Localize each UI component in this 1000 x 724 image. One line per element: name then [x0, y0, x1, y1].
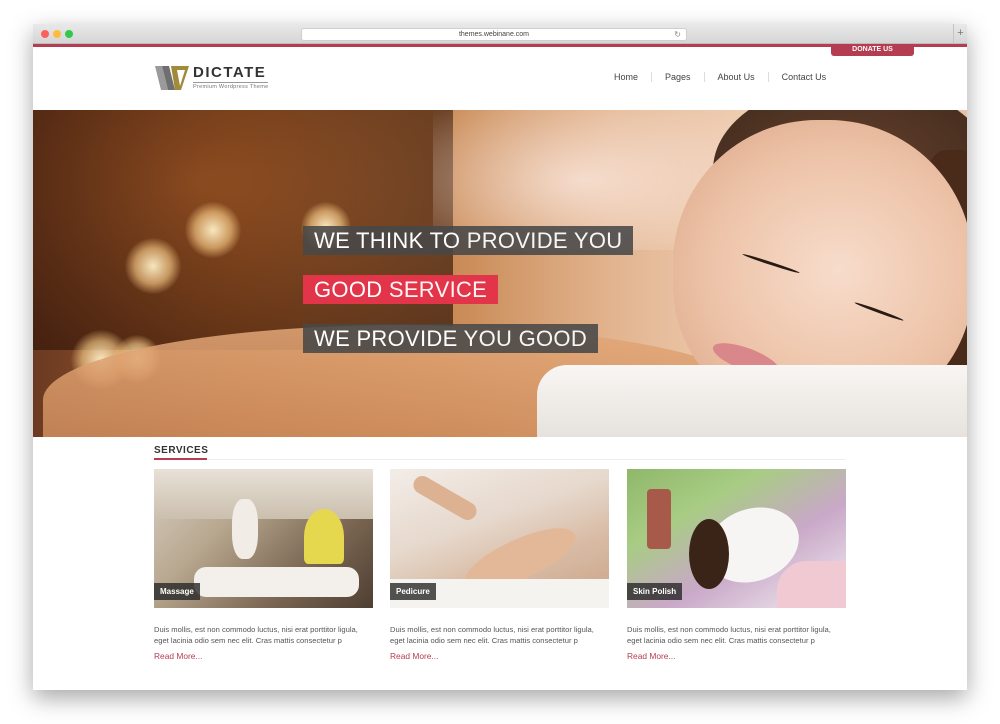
title-underline [154, 458, 207, 460]
image-therapist [232, 499, 258, 559]
read-more-link-pedicure[interactable]: Read More... [390, 651, 438, 661]
logo[interactable]: DICTATE Premium Wordpress Theme [155, 64, 269, 90]
nav-about-us[interactable]: About Us [705, 72, 768, 82]
hero-headline-2-light: SERVICE [388, 277, 488, 302]
logo-name: DICTATE [193, 64, 267, 81]
service-label-skin-polish: Skin Polish [627, 583, 683, 600]
hero-towel [537, 365, 967, 437]
browser-toolbar: themes.webinane.com ↻ + [33, 24, 967, 44]
nav-pages[interactable]: Pages [652, 72, 704, 82]
image-wall [154, 469, 373, 519]
service-label-massage: Massage [154, 583, 200, 600]
service-image-pedicure[interactable]: Pedicure [390, 469, 609, 608]
service-card-skin-polish: Skin Polish Duis mollis, est non commodo… [627, 469, 846, 664]
main-nav: Home Pages About Us Contact Us [601, 72, 839, 82]
address-bar[interactable]: themes.webinane.com ↻ [301, 28, 687, 41]
image-hand [410, 472, 480, 524]
hero-headline-2: GOOD SERVICE [303, 275, 499, 304]
service-label-pedicure: Pedicure [390, 583, 436, 600]
image-flowers [304, 509, 344, 564]
service-card-pedicure: Pedicure Duis mollis, est non commodo lu… [390, 469, 609, 664]
close-window-button[interactable] [41, 30, 49, 38]
logo-mark-icon [155, 65, 189, 90]
hero-headline-3: WE PROVIDE YOU GOOD [303, 324, 599, 353]
image-towel [194, 567, 359, 597]
hero-headline-1-light: PROVIDE YOU [466, 228, 623, 253]
image-candle [647, 489, 671, 549]
section-divider [154, 459, 846, 460]
logo-tagline: Premium Wordpress Theme [193, 82, 269, 90]
service-image-skin-polish[interactable]: Skin Polish [627, 469, 846, 608]
nav-home[interactable]: Home [601, 72, 651, 82]
service-description: Duis mollis, est non commodo luctus, nis… [154, 625, 358, 645]
read-more-link-massage[interactable]: Read More... [154, 651, 202, 661]
hero-headline-3-light: YOU GOOD [463, 326, 588, 351]
hero-banner: WE THINK TO PROVIDE YOU GOOD SERVICE WE … [33, 110, 967, 437]
hero-headline-1: WE THINK TO PROVIDE YOU [303, 226, 634, 255]
candle-light [125, 238, 181, 294]
candle-light [185, 202, 241, 258]
image-robe [777, 561, 846, 608]
service-description: Duis mollis, est non commodo luctus, nis… [627, 625, 831, 645]
services-title: SERVICES [154, 445, 209, 456]
hero-headline-3-bold: WE PROVIDE [314, 326, 458, 351]
url-text: themes.webinane.com [458, 31, 530, 38]
service-image-massage[interactable]: Massage [154, 469, 373, 608]
read-more-link-skin-polish[interactable]: Read More... [627, 651, 675, 661]
service-description: Duis mollis, est non commodo luctus, nis… [390, 625, 594, 645]
donate-button[interactable]: DONATE US [831, 44, 914, 56]
hero-headline-2-bold: GOOD [314, 277, 383, 302]
hero-headline-1-bold: WE THINK TO [314, 228, 461, 253]
minimize-window-button[interactable] [53, 30, 61, 38]
image-hair [689, 519, 729, 589]
site-header: DONATE US DICTATE Premium Wordpress Them… [33, 44, 967, 110]
reload-icon[interactable]: ↻ [674, 29, 681, 40]
maximize-window-button[interactable] [65, 30, 73, 38]
service-card-massage: Massage Duis mollis, est non commodo luc… [154, 469, 373, 664]
browser-window: themes.webinane.com ↻ + DONATE US DICTAT… [33, 24, 967, 690]
nav-contact-us[interactable]: Contact Us [769, 72, 840, 82]
new-tab-button[interactable]: + [953, 24, 967, 44]
